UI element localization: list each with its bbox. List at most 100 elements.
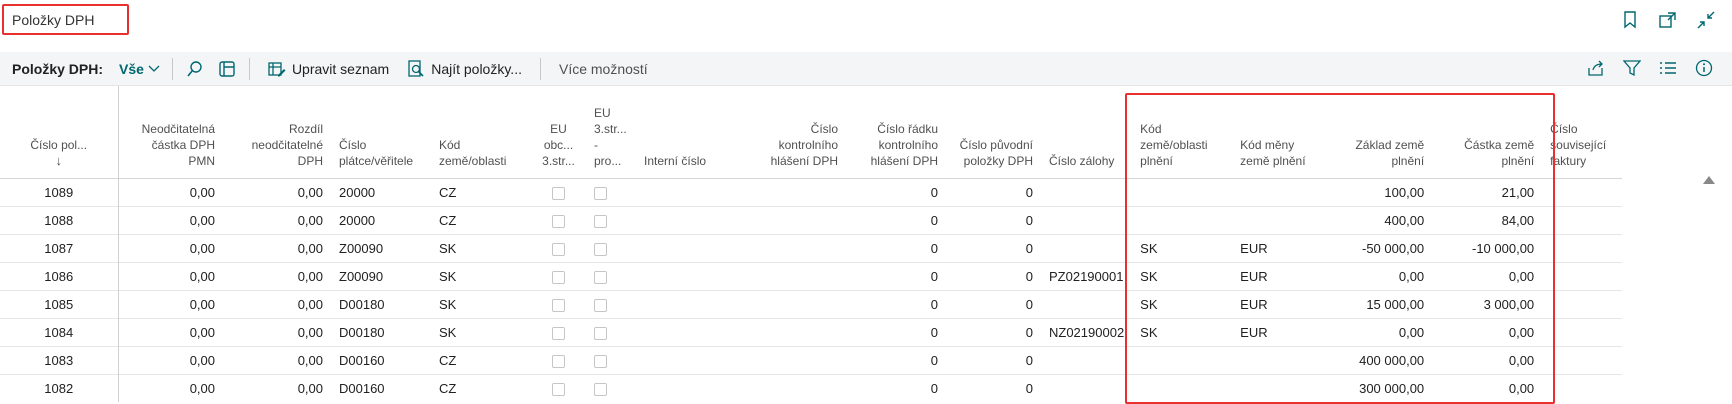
cell-advance-no[interactable]: NZ02190002 xyxy=(1041,317,1133,346)
cell-performance-currency[interactable]: EUR xyxy=(1232,233,1333,262)
more-options-button[interactable]: Více možností xyxy=(553,61,654,77)
cell-advance-no[interactable] xyxy=(1041,373,1133,402)
cell-original-entry-no[interactable]: 0 xyxy=(946,177,1041,206)
cell-advance-no[interactable]: PZ02190001 xyxy=(1041,261,1133,290)
cell-related-invoice[interactable] xyxy=(1542,345,1623,374)
cell-control-report-line-no[interactable]: 0 xyxy=(846,345,946,374)
column-header[interactable]: Číslo zálohy xyxy=(1041,86,1132,178)
view-selector[interactable]: Vše xyxy=(119,61,160,77)
cell-entry-no[interactable]: 1089 xyxy=(0,177,119,206)
cell-performance-base[interactable]: 400,00 xyxy=(1332,205,1433,234)
column-header[interactable]: Kód země/oblasti plnění xyxy=(1132,86,1232,178)
cell-original-entry-no[interactable]: 0 xyxy=(946,205,1041,234)
cell-control-report-line-no[interactable]: 0 xyxy=(846,205,946,234)
column-header[interactable]: Kód země/oblasti xyxy=(431,86,531,178)
cell-performance-currency[interactable] xyxy=(1232,205,1333,234)
column-header[interactable]: EU 3.str... - pro... xyxy=(586,86,636,178)
column-header-entry-no[interactable]: Číslo pol... ↓ xyxy=(0,86,119,178)
edit-list-button[interactable]: Upravit seznam xyxy=(262,60,395,78)
cell-performance-amount[interactable]: 21,00 xyxy=(1432,177,1543,206)
checkbox[interactable] xyxy=(552,326,565,340)
cell-control-report-no[interactable] xyxy=(746,177,846,206)
cell-original-entry-no[interactable]: 0 xyxy=(946,233,1041,262)
cell-related-invoice[interactable] xyxy=(1542,205,1623,234)
column-header[interactable]: Interní číslo xyxy=(636,86,746,178)
column-header[interactable]: Číslo původní položky DPH xyxy=(946,86,1041,178)
cell-control-report-no[interactable] xyxy=(746,289,846,318)
cell-country-code[interactable]: SK xyxy=(431,289,531,318)
cell-nondeductible-amount[interactable]: 0,00 xyxy=(118,233,223,262)
cell-entry-no[interactable]: 1084 xyxy=(0,317,119,346)
open-new-window-icon[interactable] xyxy=(1658,10,1678,30)
cell-country-code[interactable]: CZ xyxy=(431,205,531,234)
table-row[interactable]: 1085 0,00 0,00 D00180 SK 0 0 SK EUR 15 000,00 3 00… xyxy=(0,289,1623,318)
cell-performance-country[interactable]: SK xyxy=(1132,261,1233,290)
cell-performance-country[interactable]: SK xyxy=(1132,233,1233,262)
cell-payer-no[interactable]: Z00090 xyxy=(331,261,431,290)
column-header[interactable]: Číslo kontrolního hlášení DPH xyxy=(746,86,846,178)
cell-performance-currency[interactable]: EUR xyxy=(1232,289,1333,318)
cell-performance-amount[interactable]: 0,00 xyxy=(1432,373,1543,402)
checkbox[interactable] xyxy=(594,242,607,256)
cell-performance-base[interactable]: -50 000,00 xyxy=(1332,233,1433,262)
cell-performance-currency[interactable]: EUR xyxy=(1232,261,1333,290)
checkbox[interactable] xyxy=(594,270,607,284)
cell-performance-base[interactable]: 400 000,00 xyxy=(1332,345,1433,374)
cell-internal-no[interactable] xyxy=(636,289,746,318)
cell-nondeductible-amount[interactable]: 0,00 xyxy=(118,177,223,206)
cell-nondeductible-amount[interactable]: 0,00 xyxy=(118,289,223,318)
cell-entry-no[interactable]: 1086 xyxy=(0,261,119,290)
checkbox[interactable] xyxy=(594,354,607,368)
table-row[interactable]: 1087 0,00 0,00 Z00090 SK 0 0 SK EUR -50 000,00 -10… xyxy=(0,233,1623,262)
cell-advance-no[interactable] xyxy=(1041,289,1133,318)
cell-performance-country[interactable] xyxy=(1132,345,1233,374)
cell-nondeductible-difference[interactable]: 0,00 xyxy=(223,373,331,402)
column-header[interactable]: Neodčitatelná částka DPH PMN xyxy=(118,86,223,178)
cell-related-invoice[interactable] xyxy=(1542,373,1623,402)
cell-control-report-line-no[interactable]: 0 xyxy=(846,233,946,262)
cell-performance-country[interactable]: SK xyxy=(1132,317,1233,346)
info-icon[interactable] xyxy=(1694,58,1714,78)
cell-advance-no[interactable] xyxy=(1041,177,1133,206)
table-row[interactable]: 1086 0,00 0,00 Z00090 SK 0 0 PZ02190001 SK EUR 0,0… xyxy=(0,261,1623,290)
cell-performance-amount[interactable]: -10 000,00 xyxy=(1432,233,1543,262)
table-row[interactable]: 1084 0,00 0,00 D00180 SK 0 0 NZ02190002 SK EUR 0,0… xyxy=(0,317,1623,346)
cell-performance-country[interactable] xyxy=(1132,205,1233,234)
cell-original-entry-no[interactable]: 0 xyxy=(946,289,1041,318)
table-row[interactable]: 1083 0,00 0,00 D00160 CZ 0 0 400 000,00 0,00 xyxy=(0,345,1623,374)
cell-entry-no[interactable]: 1083 xyxy=(0,345,119,374)
cell-performance-country[interactable] xyxy=(1132,373,1233,402)
cell-nondeductible-difference[interactable]: 0,00 xyxy=(223,345,331,374)
cell-original-entry-no[interactable]: 0 xyxy=(946,261,1041,290)
cell-payer-no[interactable]: 20000 xyxy=(331,177,431,206)
column-header[interactable]: Částka země plnění xyxy=(1432,86,1542,178)
list-view-icon[interactable] xyxy=(1658,58,1678,78)
cell-internal-no[interactable] xyxy=(636,233,746,262)
cell-control-report-line-no[interactable]: 0 xyxy=(846,373,946,402)
cell-entry-no[interactable]: 1082 xyxy=(0,373,119,402)
cell-related-invoice[interactable] xyxy=(1542,177,1623,206)
cell-payer-no[interactable]: Z00090 xyxy=(331,233,431,262)
cell-internal-no[interactable] xyxy=(636,177,746,206)
cell-performance-country[interactable]: SK xyxy=(1132,289,1233,318)
cell-country-code[interactable]: SK xyxy=(431,233,531,262)
cell-control-report-line-no[interactable]: 0 xyxy=(846,261,946,290)
cell-nondeductible-amount[interactable]: 0,00 xyxy=(118,317,223,346)
cell-country-code[interactable]: SK xyxy=(431,261,531,290)
cell-performance-currency[interactable] xyxy=(1232,373,1333,402)
cell-nondeductible-difference[interactable]: 0,00 xyxy=(223,205,331,234)
cell-country-code[interactable]: CZ xyxy=(431,177,531,206)
cell-nondeductible-difference[interactable]: 0,00 xyxy=(223,317,331,346)
cell-internal-no[interactable] xyxy=(636,373,746,402)
cell-control-report-line-no[interactable]: 0 xyxy=(846,289,946,318)
column-header[interactable]: Kód měny země plnění xyxy=(1232,86,1332,178)
cell-country-code[interactable]: CZ xyxy=(431,373,531,402)
cell-performance-currency[interactable]: EUR xyxy=(1232,317,1333,346)
checkbox[interactable] xyxy=(594,326,607,340)
column-header[interactable]: EU obc... 3.str... xyxy=(531,86,586,178)
cell-control-report-no[interactable] xyxy=(746,345,846,374)
cell-control-report-no[interactable] xyxy=(746,373,846,402)
cell-advance-no[interactable] xyxy=(1041,233,1133,262)
cell-original-entry-no[interactable]: 0 xyxy=(946,317,1041,346)
cell-payer-no[interactable]: 20000 xyxy=(331,205,431,234)
